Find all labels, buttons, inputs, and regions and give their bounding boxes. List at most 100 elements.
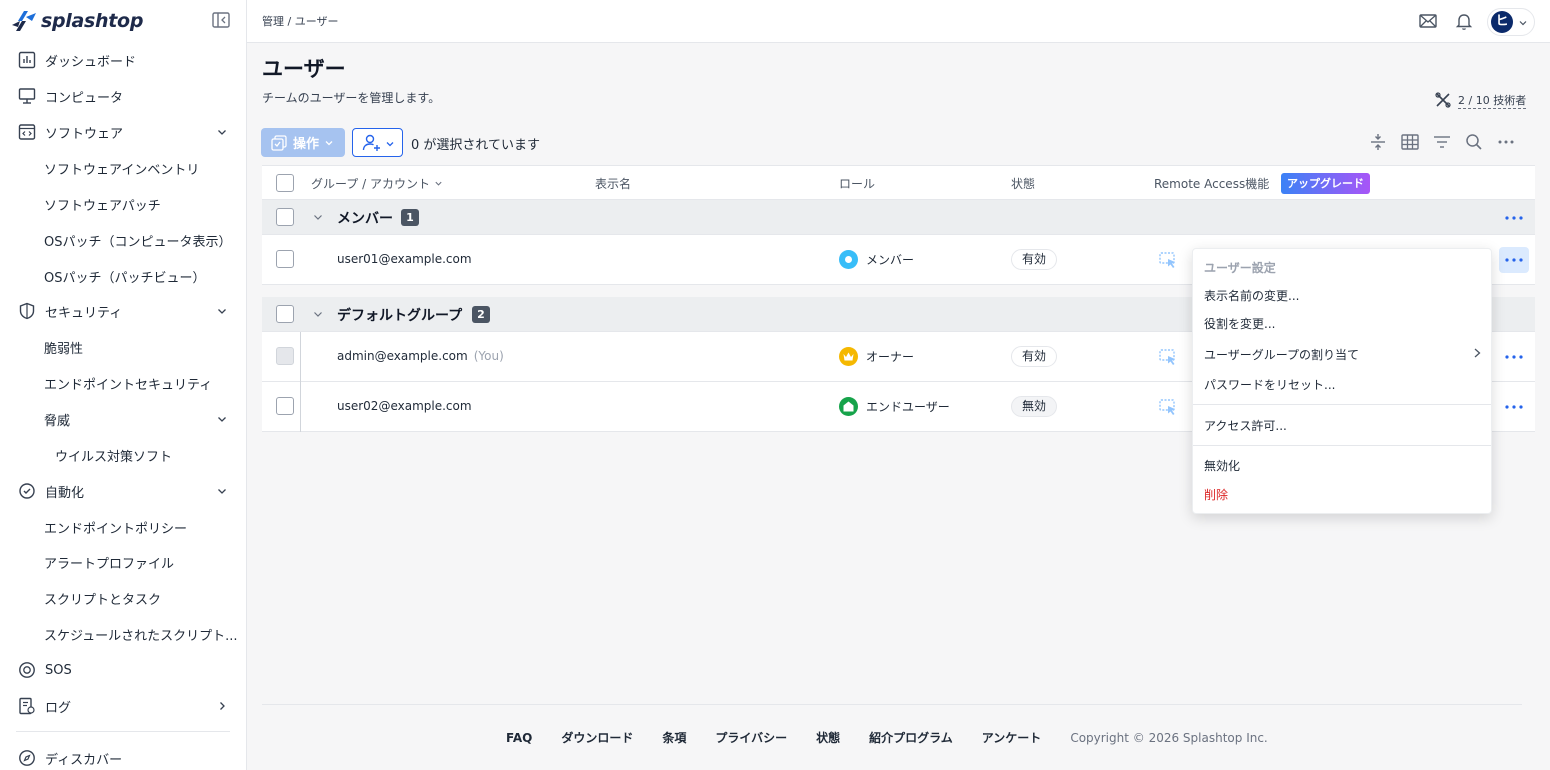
footer-link-faq[interactable]: FAQ <box>506 731 532 745</box>
more-options-icon <box>1505 258 1523 262</box>
row-checkbox[interactable] <box>276 397 294 415</box>
upgrade-badge[interactable]: アップグレード <box>1281 173 1370 194</box>
user-email: user01@example.com <box>337 252 472 266</box>
column-header-display-name[interactable]: 表示名 <box>595 175 631 192</box>
footer-link-referral[interactable]: 紹介プログラム <box>869 729 953 746</box>
sidebar-item-scheduled-scripts[interactable]: スケジュールされたスクリプト... <box>0 617 246 651</box>
breadcrumb[interactable]: 管理 / ユーザー <box>262 13 338 29</box>
chevron-right-icon <box>220 702 225 710</box>
group-count-badge: 1 <box>401 209 419 226</box>
menu-item-assign-group[interactable]: ユーザーグループの割り当て <box>1204 346 1359 363</box>
menu-item-rename[interactable]: 表示名前の変更... <box>1204 287 1299 304</box>
group-checkbox[interactable] <box>276 208 294 226</box>
sidebar-item-label: ウイルス対策ソフト <box>55 449 173 465</box>
footer-link-download[interactable]: ダウンロード <box>561 729 633 746</box>
sidebar-item-antivirus[interactable]: ウイルス対策ソフト <box>0 438 246 472</box>
sidebar-item-software-inventory[interactable]: ソフトウェアインベントリ <box>0 151 246 185</box>
remote-access-icon[interactable] <box>1158 250 1178 270</box>
bell-icon[interactable] <box>1454 11 1474 31</box>
sidebar-collapse-icon[interactable] <box>212 12 230 28</box>
sidebar-item-os-patch-computer[interactable]: OSパッチ（コンピュータ表示） <box>0 223 246 257</box>
sidebar-item-logs[interactable]: ログ <box>0 689 246 723</box>
search-icon[interactable] <box>1464 132 1484 152</box>
row-checkbox <box>276 347 294 365</box>
sidebar-item-threats[interactable]: 脅威 <box>0 402 246 436</box>
role-label: オーナー <box>866 350 915 364</box>
shield-icon <box>19 302 35 320</box>
sidebar-item-endpoint-policy[interactable]: エンドポイントポリシー <box>0 510 246 544</box>
you-label: (You) <box>473 349 504 363</box>
sidebar-item-scripts-tasks[interactable]: スクリプトとタスク <box>0 581 246 615</box>
user-email-text: user02@example.com <box>337 399 472 413</box>
technician-count[interactable]: 2 / 10 技術者 <box>1434 90 1527 110</box>
sidebar-item-automation[interactable]: 自動化 <box>0 474 246 508</box>
collapse-rows-icon[interactable] <box>1368 132 1388 152</box>
table-columns-icon[interactable] <box>1400 132 1420 152</box>
sidebar-item-label: ログ <box>45 700 72 716</box>
role-label: エンドユーザー <box>866 400 950 414</box>
sidebar-item-computers[interactable]: コンピュータ <box>0 79 246 113</box>
sidebar-item-endpoint-security[interactable]: エンドポイントセキュリティ <box>0 366 246 400</box>
chevron-down-icon[interactable] <box>312 308 324 320</box>
footer-link-status[interactable]: 状態 <box>816 729 840 746</box>
actions-button[interactable]: 操作 <box>261 128 345 157</box>
software-icon <box>18 124 36 140</box>
chevron-down-icon <box>218 417 226 422</box>
user-menu[interactable]: ヒ <box>1487 8 1535 36</box>
filter-icon[interactable] <box>1432 132 1452 152</box>
sidebar-item-security[interactable]: セキュリティ <box>0 294 246 328</box>
row-more-button[interactable] <box>1499 247 1529 273</box>
menu-item-reset-password[interactable]: パスワードをリセット... <box>1204 376 1335 393</box>
role-label: メンバー <box>866 253 915 267</box>
sidebar-item-alert-profile[interactable]: アラートプロファイル <box>0 545 246 579</box>
footer-link-privacy[interactable]: プライバシー <box>715 729 787 746</box>
add-user-button[interactable] <box>352 128 403 157</box>
row-checkbox[interactable] <box>276 250 294 268</box>
tools-icon <box>1435 92 1451 108</box>
more-options-icon[interactable] <box>1496 132 1516 152</box>
remote-access-icon[interactable] <box>1158 397 1178 417</box>
compass-icon <box>19 750 35 766</box>
sidebar-item-vulnerability[interactable]: 脆弱性 <box>0 330 246 364</box>
footer-link-terms[interactable]: 条項 <box>662 729 686 746</box>
menu-item-change-role[interactable]: 役割を変更... <box>1204 315 1275 332</box>
sidebar-item-label: 脆弱性 <box>44 341 84 357</box>
enduser-home-icon <box>839 397 858 416</box>
sidebar-item-os-patch-patch[interactable]: OSパッチ（パッチビュー） <box>0 259 246 293</box>
sidebar-item-software[interactable]: ソフトウェア <box>0 115 246 149</box>
user-role: オーナー <box>839 347 914 366</box>
actions-icon <box>271 134 287 151</box>
sidebar-item-label: コンピュータ <box>45 90 124 106</box>
sidebar-item-label: OSパッチ（パッチビュー） <box>44 270 206 286</box>
automation-icon <box>19 483 35 499</box>
sidebar-item-discover[interactable]: ディスカバー <box>0 741 246 770</box>
sidebar-item-label: アラートプロファイル <box>44 556 175 572</box>
column-header-group[interactable]: グループ / アカウント <box>311 175 443 192</box>
group-checkbox[interactable] <box>276 305 294 323</box>
row-more-button[interactable] <box>1499 394 1529 420</box>
row-more-button[interactable] <box>1499 344 1529 370</box>
select-all-checkbox[interactable] <box>276 174 294 192</box>
more-options-icon[interactable] <box>1503 208 1525 228</box>
remote-access-icon[interactable] <box>1158 347 1178 367</box>
sidebar-item-label: ソフトウェア <box>45 126 124 142</box>
group-row-members[interactable]: メンバー 1 <box>262 200 1535 235</box>
mail-icon[interactable] <box>1418 11 1438 31</box>
sidebar-item-sos[interactable]: SOS <box>0 653 246 687</box>
owner-crown-icon <box>839 347 858 366</box>
user-settings-menu: ユーザー設定 表示名前の変更... 役割を変更... ユーザーグループの割り当て… <box>1192 248 1492 514</box>
sidebar-item-dashboard[interactable]: ダッシュボード <box>0 43 246 77</box>
column-header-status[interactable]: 状態 <box>1011 175 1035 192</box>
sidebar-item-software-patch[interactable]: ソフトウェアパッチ <box>0 187 246 221</box>
footer-link-survey[interactable]: アンケート <box>982 729 1042 746</box>
page-title: ユーザー <box>262 57 346 81</box>
menu-item-delete[interactable]: 削除 <box>1204 486 1228 503</box>
chevron-down-icon[interactable] <box>312 211 324 223</box>
column-header-role[interactable]: ロール <box>839 175 875 192</box>
more-options-icon <box>1505 355 1523 359</box>
status-badge: 無効 <box>1011 396 1058 417</box>
splashtop-logo[interactable]: splashtop <box>12 8 143 34</box>
menu-item-disable[interactable]: 無効化 <box>1204 457 1240 474</box>
group-name: デフォルトグループ <box>337 308 463 324</box>
menu-item-access-permissions[interactable]: アクセス許可... <box>1204 417 1287 434</box>
